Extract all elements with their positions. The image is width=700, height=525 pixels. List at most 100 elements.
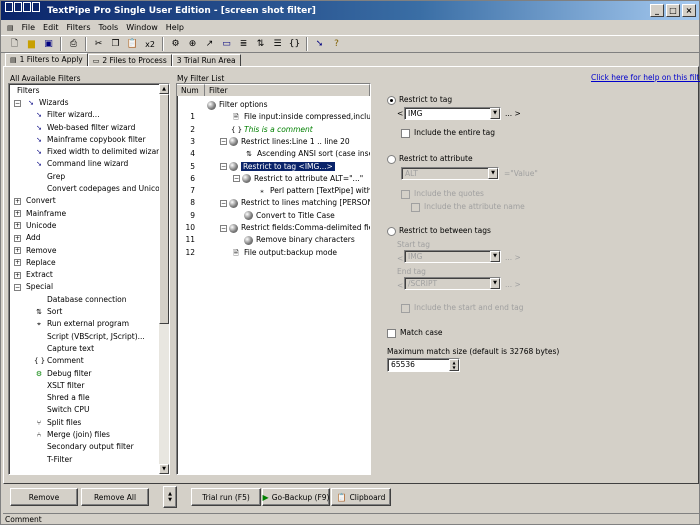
- filter-tree-item[interactable]: ➘ Command line wizard: [12, 158, 164, 170]
- end-tag-ellipsis[interactable]: ... >: [505, 280, 521, 289]
- expand-toggle-icon[interactable]: +: [14, 210, 21, 218]
- expand-toggle-icon[interactable]: +: [14, 247, 21, 255]
- restrict-tag-option[interactable]: Restrict to tag: [387, 95, 452, 105]
- expand-toggle-icon[interactable]: +: [14, 197, 21, 205]
- filter-tree-item[interactable]: Database connection: [12, 294, 164, 306]
- expand-toggle-icon[interactable]: −: [14, 99, 21, 107]
- filter-tree-item[interactable]: + Remove: [12, 245, 164, 257]
- chevron-down-icon[interactable]: ▼: [490, 108, 500, 119]
- restrict-between-tags-option[interactable]: Restrict to between tags: [387, 226, 491, 236]
- filter-tree-item[interactable]: − ➘ Wizards: [12, 97, 164, 109]
- menu-window[interactable]: Window: [123, 23, 161, 32]
- include-attribute-name-checkbox[interactable]: [411, 202, 420, 212]
- include-start-end-option[interactable]: Include the start and end tag: [401, 303, 524, 313]
- scroll-thumb[interactable]: [159, 94, 169, 324]
- include-quotes-option[interactable]: Include the quotes: [401, 189, 484, 199]
- filter-list-row[interactable]: 5 − Restrict to tag <IMG...>: [177, 161, 370, 173]
- filter-tree-item[interactable]: XSLT filter: [12, 380, 164, 392]
- col-filter-header[interactable]: Filter: [205, 84, 370, 96]
- col-num-header[interactable]: Num: [177, 84, 205, 96]
- filter-list-row[interactable]: 9 Convert to Title Case: [177, 210, 370, 222]
- filter-tree-item[interactable]: Script (VBScript, JScript)...: [12, 331, 164, 343]
- include-entire-tag-option[interactable]: Include the entire tag: [401, 128, 495, 138]
- filter-tree-item[interactable]: + Add: [12, 232, 164, 244]
- wizard-icon[interactable]: ➘: [312, 37, 327, 51]
- filter-tree-item[interactable]: − Special: [12, 281, 164, 293]
- restrict-between-tags-radio[interactable]: [387, 226, 396, 236]
- filter-tree-item[interactable]: ➘ Web-based filter wizard: [12, 122, 164, 134]
- tag-ellipsis[interactable]: ... >: [505, 109, 521, 118]
- menu-file[interactable]: File: [19, 23, 38, 32]
- clipboard-button[interactable]: 📋 Clipboard: [331, 488, 391, 506]
- filter-tree-item[interactable]: Convert codepages and Unicode...: [12, 183, 169, 195]
- filter-list-row[interactable]: 10 − Restrict fields:Comma-delimited field…: [177, 222, 370, 234]
- end-tag-select[interactable]: /SCRIPT ▼: [404, 277, 501, 290]
- filter-tree-item[interactable]: ⑂ Split files: [12, 417, 164, 429]
- filter-tree-item[interactable]: T-Filter: [12, 454, 164, 466]
- paste-icon[interactable]: 📋: [125, 37, 140, 51]
- chevron-down-icon[interactable]: ▼: [490, 251, 500, 262]
- spinner-arrows-icon[interactable]: ▲ ▼: [449, 359, 459, 371]
- remove-button[interactable]: Remove: [10, 488, 78, 506]
- collapse-toggle-icon[interactable]: −: [220, 163, 227, 170]
- filter-tree-item[interactable]: + Convert: [12, 195, 164, 207]
- restrict-tag-radio[interactable]: [387, 95, 396, 105]
- filter-tree-item[interactable]: ➘ Filter wizard...: [12, 109, 164, 121]
- print-icon[interactable]: ⎙: [66, 37, 81, 51]
- expand-toggle-icon[interactable]: +: [14, 234, 21, 242]
- collapse-toggle-icon[interactable]: −: [220, 138, 227, 146]
- open-icon[interactable]: ▆: [24, 37, 39, 51]
- filter-tree-item[interactable]: Switch CPU: [12, 404, 164, 416]
- indent-icon[interactable]: ☰: [270, 37, 285, 51]
- chevron-down-icon[interactable]: ▼: [488, 168, 498, 179]
- restrict-attribute-radio[interactable]: [387, 154, 396, 164]
- filter-tree-item[interactable]: { } Comment: [12, 355, 164, 367]
- filter-tree-item[interactable]: Grep: [12, 171, 164, 183]
- run-icon[interactable]: ↗: [202, 37, 217, 51]
- copy-icon[interactable]: ❐: [108, 37, 123, 51]
- list-icon[interactable]: ≣: [236, 37, 251, 51]
- match-case-checkbox[interactable]: [387, 328, 396, 338]
- tab-filters-to-apply[interactable]: ▤ 1 Filters to Apply: [5, 53, 88, 67]
- remove-all-button[interactable]: Remove All: [81, 488, 149, 506]
- menu-tools[interactable]: Tools: [96, 23, 122, 32]
- maximize-button[interactable]: □: [666, 4, 680, 17]
- max-match-spinner[interactable]: 65536 ▲ ▼: [387, 358, 460, 372]
- scroll-down-icon[interactable]: ▼: [159, 464, 169, 474]
- sort-icon[interactable]: ⇅: [253, 37, 268, 51]
- collapse-toggle-icon[interactable]: −: [220, 224, 227, 232]
- filter-list-row[interactable]: 8 − Restrict to lines matching [PERSONREC]: [177, 197, 370, 209]
- include-quotes-checkbox[interactable]: [401, 189, 410, 199]
- expand-toggle-icon[interactable]: +: [14, 222, 21, 230]
- filter-list-row[interactable]: 11 Remove binary characters: [177, 234, 370, 246]
- filter-tree-item[interactable]: ⑃ Merge (join) files: [12, 429, 164, 441]
- filter-tree-item[interactable]: ⇅ Sort: [12, 306, 164, 318]
- filter-list-row[interactable]: 7 ⁎ Perl pattern [TextPipe] with [...: [177, 185, 370, 197]
- filter-tree-item[interactable]: + Extract: [12, 269, 164, 281]
- include-attribute-name-option[interactable]: Include the attribute name: [411, 202, 525, 212]
- find-icon[interactable]: ⚙: [168, 37, 183, 51]
- new-icon[interactable]: 🗋: [7, 37, 22, 51]
- filter-list-row[interactable]: 1 🗎 File input:inside compressed,include .…: [177, 111, 370, 123]
- filter-tree-item[interactable]: ⌖ Run external program: [12, 318, 164, 330]
- close-button[interactable]: ×: [682, 4, 696, 17]
- help-icon[interactable]: ?: [329, 37, 344, 51]
- match-case-option[interactable]: Match case: [387, 328, 443, 338]
- filter-tree-item[interactable]: Capture text: [12, 343, 164, 355]
- filter-tree-item[interactable]: ➘ Fixed width to delimited wizard: [12, 146, 164, 158]
- cut-icon[interactable]: ✂: [91, 37, 106, 51]
- expand-toggle-icon[interactable]: +: [14, 271, 21, 279]
- filter-list-row[interactable]: 3 − Restrict lines:Line 1 .. line 20: [177, 136, 370, 148]
- filter-tree-item[interactable]: Secondary output filter: [12, 441, 164, 453]
- help-link[interactable]: Click here for help on this filter: [591, 73, 700, 82]
- x2-icon[interactable]: x2: [142, 37, 158, 51]
- filter-tree-item[interactable]: ⚙ Debug filter: [12, 368, 164, 380]
- filter-tree-item[interactable]: Shred a file: [12, 392, 164, 404]
- collapse-toggle-icon[interactable]: −: [220, 199, 227, 207]
- attribute-select[interactable]: ALT ▼: [401, 167, 499, 180]
- restrict-attribute-option[interactable]: Restrict to attribute: [387, 154, 473, 164]
- menu-help[interactable]: Help: [163, 23, 187, 32]
- filter-list-row[interactable]: 12 🗎 File output:backup mode: [177, 247, 370, 259]
- filter-list-row[interactable]: 2 { } This is a comment: [177, 124, 370, 136]
- collapse-toggle-icon[interactable]: −: [233, 175, 240, 183]
